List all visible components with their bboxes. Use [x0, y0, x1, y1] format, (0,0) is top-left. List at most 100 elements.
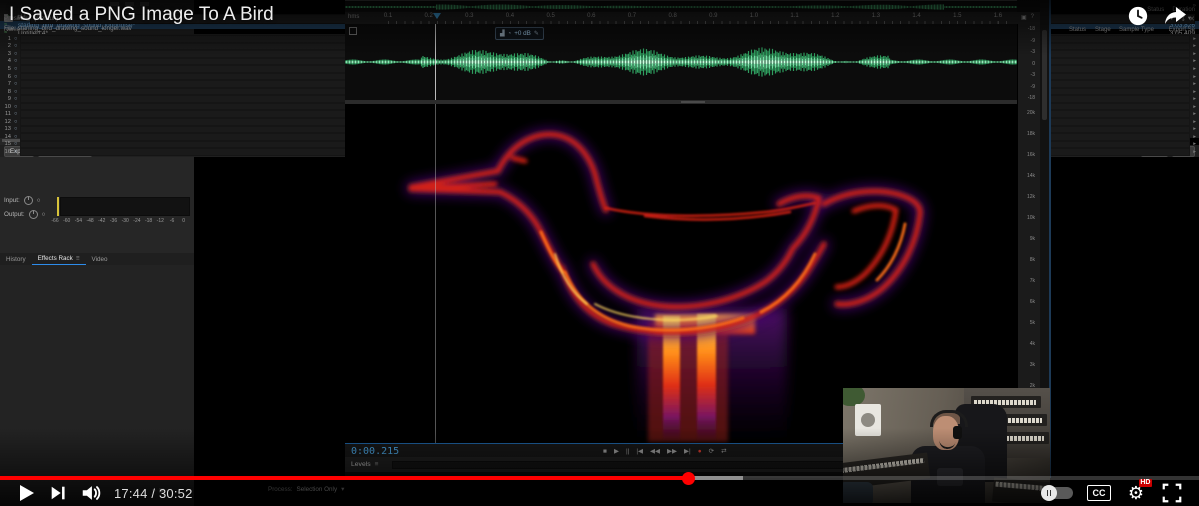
fullscreen-button[interactable] — [1161, 482, 1183, 504]
power-icon[interactable]: ○ — [14, 51, 17, 57]
output-label: Output: — [4, 211, 25, 218]
ruler-tick-label: 0.4 — [506, 13, 514, 19]
volume-hud[interactable]: ▟ ◔ +0 dB ✎ — [495, 27, 544, 40]
transport-button[interactable]: ▶▶ — [667, 447, 677, 455]
transport-button[interactable]: |◀ — [636, 447, 643, 455]
meter-scale-label: 0 — [182, 218, 185, 224]
freq-scale-label: 7k — [1030, 278, 1035, 284]
effects-tab[interactable]: Effects Rack — [32, 253, 86, 265]
ruler-tick-label: 0.7 — [628, 13, 636, 19]
tabs-overflow-icon[interactable]: » — [1193, 3, 1196, 9]
power-icon[interactable]: ○ — [14, 36, 17, 42]
meter-scale-label: -6 — [170, 218, 174, 224]
volume-button[interactable] — [78, 481, 104, 505]
time-display: 17:44 / 30:52 — [114, 486, 193, 501]
current-timecode[interactable]: 0:00.215 — [351, 446, 399, 457]
effects-tab[interactable]: Video — [86, 254, 114, 265]
meter-scale-label: -60 — [63, 218, 70, 224]
output-knob[interactable] — [29, 210, 38, 219]
power-icon[interactable]: ○ — [14, 43, 17, 49]
slot-number: 1 — [3, 36, 11, 42]
input-knob[interactable] — [24, 196, 33, 205]
waveform-view[interactable]: ▟ ◔ +0 dB ✎ — [345, 24, 1017, 100]
power-icon[interactable]: ○ — [14, 81, 17, 87]
meter-scale-label: -36 — [110, 218, 117, 224]
youtube-player: StatusDuration ▦ t11_002.MKV 24:51.408 ≈… — [0, 0, 1199, 506]
wave-scale-label: -9 — [1031, 38, 1035, 44]
meter-peak-tick — [57, 197, 59, 216]
slot-number: 14 — [3, 134, 11, 140]
power-icon[interactable]: ○ — [14, 126, 17, 132]
power-icon[interactable]: ○ — [14, 134, 17, 140]
watch-later-button[interactable] — [1127, 5, 1149, 27]
effects-tab[interactable]: History — [0, 254, 32, 265]
transport-button[interactable]: ⇄ — [721, 447, 726, 455]
delete-preset-icon[interactable]: ✕ — [1189, 15, 1195, 23]
wave-scale-label: -18 — [1028, 95, 1035, 101]
transport-button[interactable]: ◀◀ — [650, 447, 660, 455]
power-icon[interactable]: ○ — [14, 119, 17, 125]
hud-gain-value: +0 dB — [514, 30, 531, 37]
wave-scale-label: -9 — [1031, 84, 1035, 90]
power-icon[interactable]: ○ — [42, 211, 46, 218]
ruler-tick-label: 1.2 — [831, 13, 839, 19]
autoplay-knob-icon — [1041, 485, 1057, 501]
slot-number: 9 — [3, 96, 11, 102]
captions-button[interactable]: CC — [1087, 485, 1111, 501]
output-row: Output: ○ — [4, 210, 45, 219]
power-icon[interactable]: ○ — [14, 74, 17, 80]
transport-button[interactable]: ● — [698, 448, 702, 455]
ruler-tick-label: 0.6 — [587, 13, 595, 19]
transport-button[interactable]: ⟳ — [709, 447, 714, 455]
transport-button[interactable]: ▶| — [684, 447, 691, 455]
slot-number: 12 — [3, 119, 11, 125]
meter-scale-label: -54 — [75, 218, 82, 224]
speaker-icon — [80, 483, 102, 503]
freq-scale-label: 9k — [1030, 236, 1035, 242]
transport-button[interactable]: ■ — [603, 448, 607, 455]
headset-earcup — [953, 426, 962, 439]
ruler-tick-label: 0.5 — [546, 13, 554, 19]
freq-scale-label: 10k — [1027, 215, 1035, 221]
power-icon[interactable]: ○ — [14, 149, 17, 155]
power-icon[interactable]: ○ — [14, 66, 17, 72]
studio-monitor — [855, 404, 881, 436]
power-icon[interactable]: ○ — [14, 58, 17, 64]
power-icon[interactable]: ○ — [37, 197, 41, 204]
playhead-line-wave[interactable] — [435, 24, 436, 100]
panel-menu-icon[interactable]: ≡ — [375, 461, 379, 468]
slot-number: 8 — [3, 89, 11, 95]
transport-button[interactable]: ▶ — [614, 447, 619, 455]
freq-scale-label: 16k — [1027, 152, 1035, 158]
power-icon[interactable]: ○ — [14, 89, 17, 95]
share-button[interactable] — [1163, 5, 1187, 27]
ruler-tick-label: 1.6 — [994, 13, 1002, 19]
power-icon[interactable]: ○ — [14, 111, 17, 117]
power-icon[interactable]: ○ — [14, 96, 17, 102]
settings-button[interactable]: ⚙ HD — [1125, 482, 1147, 504]
video-title[interactable]: I Saved a PNG Image To A Bird — [9, 4, 274, 26]
playhead-marker[interactable] — [433, 13, 441, 23]
freq-scale-label: 12k — [1027, 194, 1035, 200]
meter-scale-label: -48 — [86, 218, 93, 224]
power-icon[interactable]: ○ — [14, 104, 17, 110]
snap-icon[interactable]: ▣ — [1021, 14, 1027, 21]
play-button[interactable] — [14, 481, 38, 505]
next-button[interactable] — [46, 481, 70, 505]
effects-tabs: HistoryEffects RackVideo — [0, 253, 194, 265]
transport-button[interactable]: || — [626, 448, 629, 455]
freq-scale-label: 18k — [1027, 131, 1035, 137]
hd-badge: HD — [1139, 479, 1152, 487]
rack-meter — [60, 197, 190, 216]
slider-icon: ▟ — [500, 30, 505, 37]
slot-number: 6 — [3, 74, 11, 80]
slot-number: 15 — [3, 141, 11, 147]
selection-handle[interactable] — [349, 27, 357, 35]
power-icon[interactable]: ○ — [14, 141, 17, 147]
playhead-line-spectrogram[interactable] — [435, 104, 436, 443]
wave-scale-label: 0 — [1032, 61, 1035, 67]
autoplay-toggle[interactable] — [1043, 487, 1073, 499]
next-icon — [49, 484, 67, 502]
slot-number: 11 — [3, 111, 11, 117]
help-icon[interactable]: ? — [1031, 14, 1034, 21]
